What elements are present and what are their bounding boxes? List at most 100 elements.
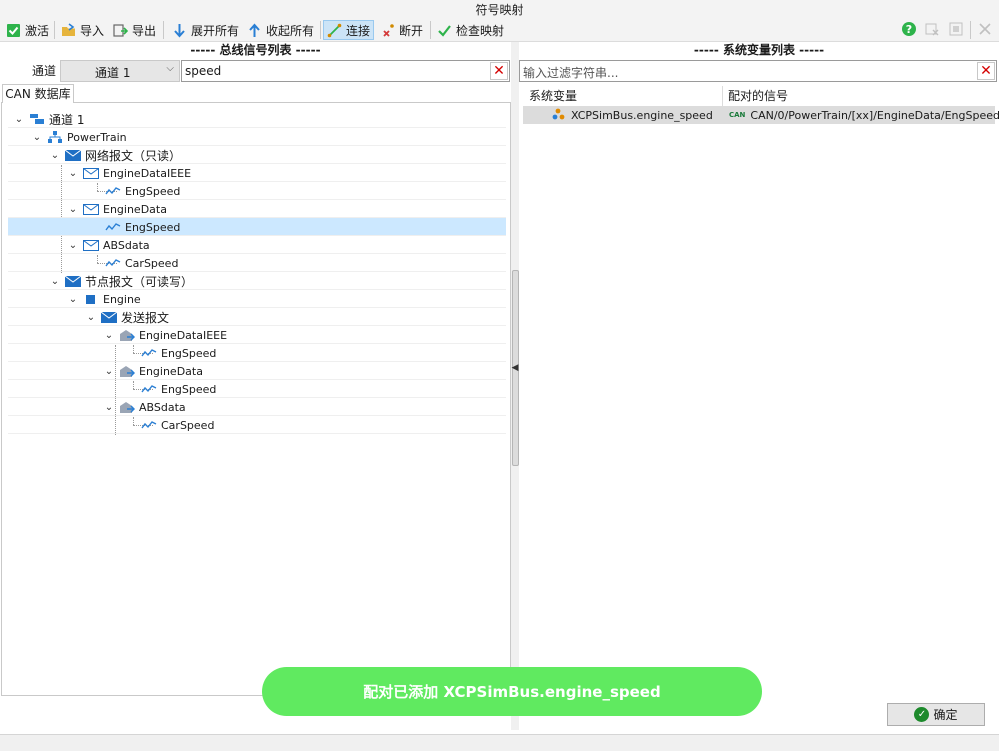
toolbar-separator <box>970 21 971 39</box>
export-button[interactable]: 导出 <box>110 20 159 40</box>
clear-filter-button[interactable]: ✕ <box>977 62 995 80</box>
ok-button[interactable]: ✓ 确定 <box>887 703 985 726</box>
signal-icon <box>105 184 121 198</box>
window-title: 符号映射 <box>475 3 524 17</box>
tree-item-label: EngineData <box>103 202 167 216</box>
chevron-down-icon[interactable]: ⌄ <box>67 294 79 305</box>
chevron-down-icon[interactable]: ⌄ <box>67 240 79 251</box>
tx-message-icon <box>119 328 136 342</box>
tree-row[interactable]: ⌄ EngineData <box>8 200 506 218</box>
tree-row[interactable]: ⌄ EngineData <box>8 362 506 380</box>
chevron-left-icon[interactable]: ◀ <box>511 363 519 373</box>
signal-search-input[interactable]: speed ✕ <box>181 60 510 82</box>
chevron-down-icon[interactable]: ⌄ <box>103 330 115 341</box>
tree-row[interactable]: ⌄ ABSdata <box>8 236 506 254</box>
tree-row[interactable]: ⌄ Engine <box>8 290 506 308</box>
tree-row[interactable]: ⌄ 网络报文（只读） <box>8 146 506 164</box>
collapse-all-button[interactable]: 收起所有 <box>244 20 317 40</box>
tree-item-label: PowerTrain <box>67 130 127 144</box>
delete-row-icon[interactable] <box>923 21 941 39</box>
help-icon[interactable]: ? <box>900 21 918 39</box>
activate-button[interactable]: 激活 <box>3 20 52 40</box>
tree-item-label: CarSpeed <box>161 418 215 432</box>
tree-item-label: EngSpeed <box>125 184 181 198</box>
status-bar <box>0 734 999 751</box>
tree-item-label: EngineDataIEEE <box>139 328 228 342</box>
column-header-variable[interactable]: 系统变量 <box>529 87 577 105</box>
toolbar-separator <box>163 21 164 39</box>
tree-row[interactable]: CarSpeed <box>8 416 506 434</box>
chevron-down-icon[interactable]: ⌄ <box>103 402 115 413</box>
check-mapping-label: 检查映射 <box>456 23 505 38</box>
system-variable-table: 系统变量 配对的信号 XCPSimBus.engine_speed CAN CA… <box>521 84 999 696</box>
tree-item-label: EngSpeed <box>125 220 181 234</box>
check-mapping-button[interactable]: 检查映射 <box>434 20 507 40</box>
tree-row[interactable]: ⌄ ABSdata <box>8 398 506 416</box>
chevron-down-icon[interactable]: ⌄ <box>103 366 115 377</box>
signal-icon <box>105 220 121 234</box>
chevron-down-icon[interactable]: ⌄ <box>49 150 61 161</box>
chevron-down-icon[interactable]: ⌄ <box>67 168 79 179</box>
toolbar: 激活 导入 导出 展开所有 收起所有 连接 断开 检查映射 ? <box>0 18 999 42</box>
signal-icon <box>105 256 121 270</box>
chevron-down-icon[interactable]: ⌄ <box>31 132 43 143</box>
tree-row[interactable]: ⌄ 发送报文 <box>8 308 506 326</box>
tree-row[interactable]: ⌄ PowerTrain <box>8 128 506 146</box>
close-icon[interactable] <box>976 21 994 39</box>
node-icon <box>83 292 99 306</box>
tree-item-label: CarSpeed <box>125 256 179 270</box>
tree-item-label: ABSdata <box>139 400 186 414</box>
chevron-down-icon[interactable]: ⌄ <box>13 114 25 125</box>
expand-all-label: 展开所有 <box>191 23 240 38</box>
toolbar-separator <box>54 21 55 39</box>
chevron-down-icon[interactable]: ⌄ <box>85 312 97 323</box>
mapped-signal-cell: CAN CAN/0/PowerTrain/[xx]/EngineData/Eng… <box>729 106 999 124</box>
chevron-down-icon[interactable]: ⌄ <box>49 276 61 287</box>
check-circle-icon: ✓ <box>914 707 930 722</box>
tree-row-selected[interactable]: EngSpeed <box>8 218 506 236</box>
tree-row[interactable]: CarSpeed <box>8 254 506 272</box>
toast-notification: 配对已添加 XCPSimBus.engine_speed <box>262 667 762 716</box>
clear-icon[interactable] <box>947 21 965 39</box>
message-icon <box>83 166 99 180</box>
tree-item-label: EngSpeed <box>161 382 217 396</box>
tree-row[interactable]: ⌄ EngineDataIEEE <box>8 326 506 344</box>
tree-row[interactable]: ⌄ 节点报文（可读写） <box>8 272 506 290</box>
channel-label: 通道 <box>32 64 57 78</box>
export-label: 导出 <box>132 23 157 38</box>
ok-label: 确定 <box>933 708 958 722</box>
collapse-all-label: 收起所有 <box>266 23 315 38</box>
signal-icon <box>141 418 157 432</box>
chevron-down-icon: ⌵ <box>166 63 174 74</box>
activate-label: 激活 <box>25 23 50 38</box>
expand-all-button[interactable]: 展开所有 <box>169 20 242 40</box>
tree-row[interactable]: ⌄ EngineDataIEEE <box>8 164 506 182</box>
connect-button[interactable]: 连接 <box>323 20 375 40</box>
svg-text:?: ? <box>906 23 912 36</box>
chevron-down-icon[interactable]: ⌄ <box>67 204 79 215</box>
table-row[interactable]: XCPSimBus.engine_speed CAN CAN/0/PowerTr… <box>523 106 999 124</box>
toolbar-separator <box>320 21 321 39</box>
import-label: 导入 <box>80 23 105 38</box>
arrow-down-icon <box>172 23 187 38</box>
column-header-mapped-signal[interactable]: 配对的信号 <box>728 87 788 105</box>
tree-row[interactable]: EngSpeed <box>8 344 506 362</box>
channel-select[interactable]: 通道 1 ⌵ <box>60 60 180 82</box>
message-icon <box>83 202 99 216</box>
import-button[interactable]: 导入 <box>58 20 107 40</box>
column-divider[interactable] <box>722 86 723 106</box>
tree-row[interactable]: ⌄ 通道 1 <box>8 110 506 128</box>
tree-item-label: Engine <box>103 292 141 306</box>
variable-name: XCPSimBus.engine_speed <box>571 108 713 122</box>
connect-label: 连接 <box>346 23 371 38</box>
variable-filter-placeholder: 输入过滤字符串... <box>523 66 619 80</box>
disconnect-button[interactable]: 断开 <box>377 20 426 40</box>
bus-signal-list-header: ----- 总线信号列表 ----- <box>190 43 321 57</box>
system-variable-icon <box>551 108 567 122</box>
tree-row[interactable]: EngSpeed <box>8 380 506 398</box>
tree-row[interactable]: EngSpeed <box>8 182 506 200</box>
clear-search-button[interactable]: ✕ <box>490 62 508 80</box>
variable-filter-input[interactable]: 输入过滤字符串... ✕ <box>519 60 997 82</box>
tab-can-database[interactable]: CAN 数据库 <box>2 84 74 103</box>
panel-splitter[interactable]: ◀ <box>511 42 519 730</box>
